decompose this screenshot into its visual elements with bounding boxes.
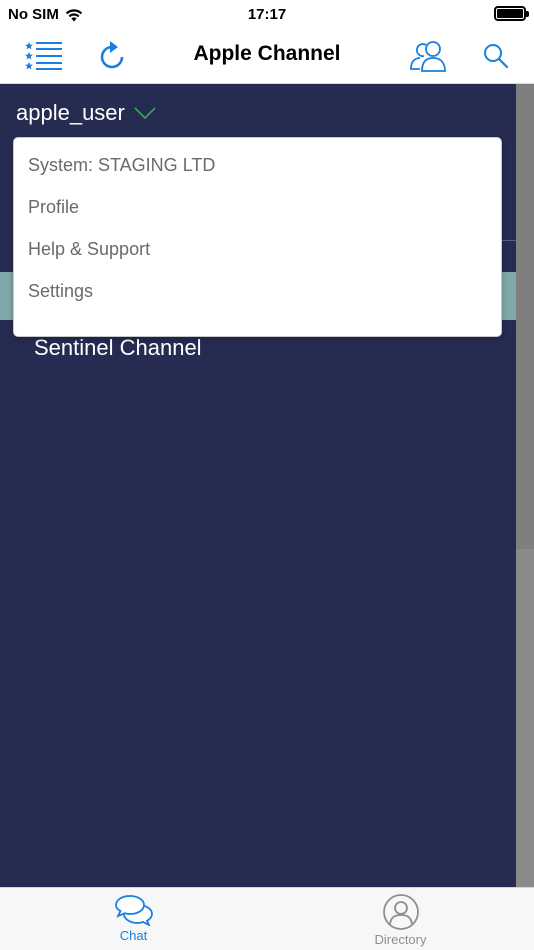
tab-chat-label: Chat bbox=[119, 928, 148, 943]
account-dropdown-menu: System: STAGING LTD Profile Help & Suppo… bbox=[13, 137, 502, 337]
tab-chat[interactable]: Chat bbox=[0, 888, 267, 950]
nav-bar: Apple Channel bbox=[0, 28, 534, 84]
account-switcher[interactable]: apple_user bbox=[16, 100, 157, 126]
channel-item-sentinel[interactable]: Sentinel Channel bbox=[34, 335, 202, 361]
dropdown-item-settings[interactable]: Settings bbox=[14, 270, 501, 312]
tab-directory-label: Directory bbox=[374, 932, 427, 947]
tab-directory[interactable]: Directory bbox=[267, 888, 534, 950]
page-title: Apple Channel bbox=[193, 42, 341, 65]
divider bbox=[500, 240, 516, 241]
battery-icon bbox=[494, 6, 529, 21]
person-circle-icon bbox=[382, 894, 419, 930]
tab-bar: Chat Directory bbox=[0, 887, 534, 950]
search-icon bbox=[484, 44, 509, 69]
dropdown-item-system[interactable]: System: STAGING LTD bbox=[14, 144, 501, 186]
chevron-down-icon bbox=[134, 107, 156, 120]
users-icon bbox=[410, 41, 446, 72]
users-button[interactable] bbox=[408, 36, 448, 76]
dropdown-item-help-support[interactable]: Help & Support bbox=[14, 228, 501, 270]
account-name: apple_user bbox=[16, 100, 125, 125]
status-bar: No SIM 17:17 bbox=[0, 0, 534, 28]
status-time: 17:17 bbox=[247, 6, 287, 23]
search-button[interactable] bbox=[476, 36, 516, 76]
dropdown-item-profile[interactable]: Profile bbox=[14, 186, 501, 228]
chat-bubbles-icon bbox=[114, 895, 153, 926]
dimmed-content-overlay-top bbox=[516, 84, 534, 549]
